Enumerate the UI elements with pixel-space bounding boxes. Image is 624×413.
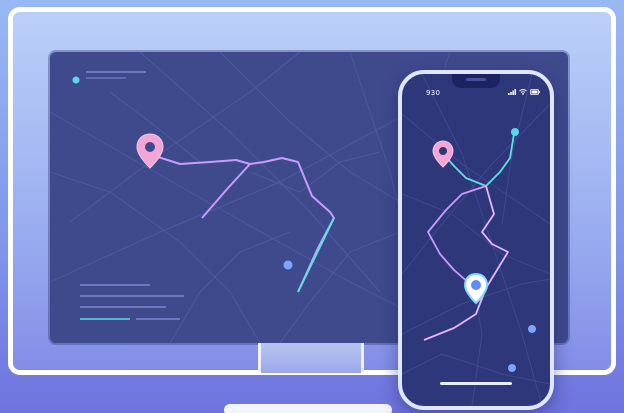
destination-dot[interactable] [283,260,293,270]
waypoint-dot[interactable] [528,325,536,333]
battery-icon [530,89,540,95]
start-dot[interactable] [511,128,519,136]
phone: 930 [398,70,554,410]
route-start-segment [439,133,515,187]
current-location-pin-icon[interactable] [463,272,489,305]
wifi-icon [519,89,527,95]
route-branch [201,163,251,219]
map-streets [402,74,550,406]
destination-dot[interactable] [508,364,516,372]
status-dot [72,76,80,84]
status-icons [508,89,540,95]
phone-speaker [466,78,486,81]
location-pin-icon[interactable] [432,140,454,168]
status-time: 930 [426,89,441,97]
monitor-neck [258,343,364,373]
phone-notch [452,74,500,88]
phone-map[interactable] [402,74,550,406]
header-text-line [86,71,146,73]
location-pin-icon[interactable] [136,133,164,169]
header-text-line [86,77,126,79]
legend-lines [80,284,184,320]
monitor-base [224,404,392,413]
signal-icon [508,89,516,95]
home-indicator[interactable] [440,382,512,385]
route-end-segment [297,217,335,293]
